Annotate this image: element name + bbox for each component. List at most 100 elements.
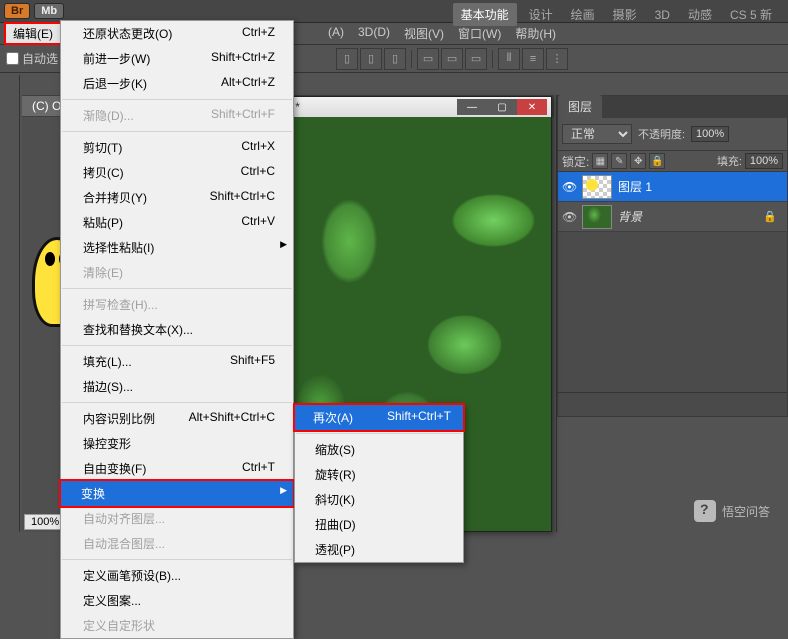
submenu-item[interactable]: 旋转(R): [295, 462, 463, 487]
menu-item[interactable]: 还原状态更改(O)Ctrl+Z: [61, 21, 293, 46]
submenu-item[interactable]: 缩放(S): [295, 437, 463, 462]
menu-item[interactable]: 定义画笔预设(B)...: [61, 563, 293, 588]
submenu-item[interactable]: 再次(A)Shift+Ctrl+T: [293, 403, 465, 432]
distribute-v-icon[interactable]: ≡: [522, 48, 544, 70]
menu-item[interactable]: 后退一步(K)Alt+Ctrl+Z: [61, 71, 293, 96]
menu-item[interactable]: 内容识别比例Alt+Shift+Ctrl+C: [61, 406, 293, 431]
workspace-photography[interactable]: 摄影: [607, 4, 643, 25]
edit-menu-dropdown: 还原状态更改(O)Ctrl+Z前进一步(W)Shift+Ctrl+Z后退一步(K…: [60, 20, 294, 639]
panel-tab-strip: 图层: [558, 96, 787, 118]
align-left-icon[interactable]: ▯: [336, 48, 358, 70]
menu-item-label: 合并拷贝(Y): [83, 189, 147, 206]
workspace-cs5new[interactable]: CS 5 新: [724, 4, 778, 25]
menu-item[interactable]: 合并拷贝(Y)Shift+Ctrl+C: [61, 185, 293, 210]
blend-mode-select[interactable]: 正常: [562, 124, 632, 144]
fill-value[interactable]: 100%: [745, 153, 783, 169]
menu-item[interactable]: 定义图案...: [61, 588, 293, 613]
menu-item[interactable]: 变换▶: [59, 479, 295, 508]
menu-item[interactable]: 操控变形: [61, 431, 293, 456]
lock-transparency-icon[interactable]: ▦: [592, 153, 608, 169]
menu-shortcut: Ctrl+Z: [242, 25, 275, 42]
window-close-button[interactable]: ✕: [517, 99, 547, 115]
menu-a[interactable]: (A): [328, 25, 344, 42]
menu-separator: [62, 288, 292, 289]
align-top-icon[interactable]: ▭: [417, 48, 439, 70]
menu-item[interactable]: 拷贝(C)Ctrl+C: [61, 160, 293, 185]
minibridge-button[interactable]: Mb: [34, 3, 64, 19]
visibility-eye-icon[interactable]: 👁: [562, 210, 576, 224]
menu-3d[interactable]: 3D(D): [358, 25, 390, 42]
lock-brush-icon[interactable]: ✎: [611, 153, 627, 169]
menu-shortcut: Shift+Ctrl+T: [387, 409, 451, 426]
menu-item[interactable]: 自由变换(F) Ctrl+T: [61, 456, 293, 481]
layer-item[interactable]: 👁 图层 1: [558, 172, 787, 202]
menu-item-label: 剪切(T): [83, 139, 122, 156]
auto-select-checkbox[interactable]: 自动选: [6, 50, 58, 67]
menu-edit[interactable]: 编辑(E): [4, 22, 62, 45]
layers-footer: [558, 392, 787, 416]
submenu-item-label: 缩放(S): [315, 441, 355, 458]
menu-shortcut: Shift+F5: [230, 353, 275, 370]
menu-item[interactable]: 描边(S)...: [61, 374, 293, 399]
tool-strip[interactable]: [0, 75, 20, 532]
align-bottom-icon[interactable]: ▭: [465, 48, 487, 70]
window-minimize-button[interactable]: —: [457, 99, 487, 115]
workspace-design[interactable]: 设计: [523, 4, 559, 25]
menu-window[interactable]: 窗口(W): [458, 25, 501, 42]
layer-thumbnail[interactable]: [582, 175, 612, 199]
submenu-item[interactable]: 斜切(K): [295, 487, 463, 512]
menu-shortcut: Ctrl+T: [242, 460, 275, 477]
menu-item-label: 定义画笔预设(B)...: [83, 567, 181, 584]
menu-item[interactable]: 填充(L)...Shift+F5: [61, 349, 293, 374]
right-panel-dock: 图层 正常 不透明度: 100% 锁定: ▦ ✎ ✥ 🔒 填充: 100% 👁 …: [556, 95, 788, 532]
separator: [411, 50, 412, 68]
menu-item-label: 自由变换(F): [83, 460, 146, 477]
workspace-painting[interactable]: 绘画: [565, 4, 601, 25]
layer-item[interactable]: 👁 背景 🔒: [558, 202, 787, 232]
layers-panel-body: 正常 不透明度: 100%: [558, 118, 787, 150]
menu-item: 自动对齐图层...: [61, 506, 293, 531]
workspace-3d[interactable]: 3D: [649, 6, 676, 24]
layer-thumbnail[interactable]: [582, 205, 612, 229]
menu-item-label: 拼写检查(H)...: [83, 296, 158, 313]
menu-separator: [62, 345, 292, 346]
menu-shortcut: Ctrl+C: [241, 164, 275, 181]
menu-item[interactable]: 粘贴(P)Ctrl+V: [61, 210, 293, 235]
bridge-button[interactable]: Br: [4, 3, 30, 19]
submenu-item[interactable]: 扭曲(D): [295, 512, 463, 537]
lock-all-icon[interactable]: 🔒: [649, 153, 665, 169]
align-center-h-icon[interactable]: ▯: [360, 48, 382, 70]
transform-submenu: 再次(A)Shift+Ctrl+T 缩放(S) 旋转(R)斜切(K)扭曲(D) 透视(…: [294, 404, 464, 563]
menu-view[interactable]: 视图(V): [404, 25, 444, 42]
opacity-value[interactable]: 100%: [691, 126, 729, 142]
visibility-eye-icon[interactable]: 👁: [562, 180, 576, 194]
menu-item-label: 粘贴(P): [83, 214, 123, 231]
menu-separator: [62, 99, 292, 100]
layers-empty-area: [558, 232, 787, 392]
menu-item[interactable]: 前进一步(W)Shift+Ctrl+Z: [61, 46, 293, 71]
distribute-h-icon[interactable]: ⫴: [498, 48, 520, 70]
menu-item-label: 内容识别比例: [83, 410, 155, 427]
submenu-item-label: 透视(P): [315, 541, 355, 558]
workspace-essentials[interactable]: 基本功能: [453, 3, 517, 26]
menu-separator: [296, 433, 462, 434]
layer-name[interactable]: 背景: [618, 208, 642, 225]
workspace-motion[interactable]: 动感: [682, 4, 718, 25]
menu-item[interactable]: 查找和替换文本(X)...: [61, 317, 293, 342]
menu-item[interactable]: 剪切(T)Ctrl+X: [61, 135, 293, 160]
distribute-icon[interactable]: ⋮: [546, 48, 568, 70]
menu-separator: [62, 559, 292, 560]
submenu-item[interactable]: 透视(P): [295, 537, 463, 562]
align-right-icon[interactable]: ▯: [384, 48, 406, 70]
layer-name[interactable]: 图层 1: [618, 178, 652, 195]
layers-tab[interactable]: 图层: [558, 95, 602, 118]
menu-item[interactable]: 选择性粘贴(I)▶: [61, 235, 293, 260]
menu-item-label: 查找和替换文本(X)...: [83, 321, 193, 338]
auto-select-input[interactable]: [6, 52, 19, 65]
watermark: 悟空问答: [694, 500, 770, 522]
align-middle-icon[interactable]: ▭: [441, 48, 463, 70]
lock-move-icon[interactable]: ✥: [630, 153, 646, 169]
window-titlebar[interactable]: 8/8") * — ▢ ✕: [263, 97, 551, 117]
window-maximize-button[interactable]: ▢: [487, 99, 517, 115]
menu-help[interactable]: 帮助(H): [515, 25, 556, 42]
